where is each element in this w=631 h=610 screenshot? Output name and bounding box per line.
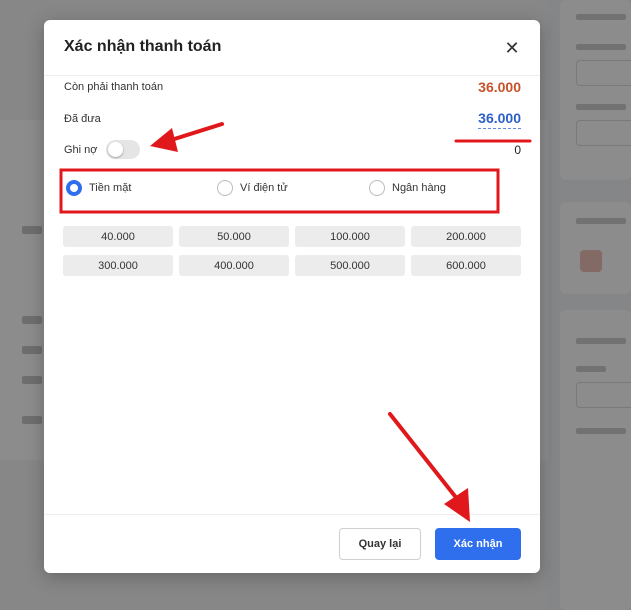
debt-value: 0 bbox=[514, 143, 521, 157]
payment-method-ewallet[interactable]: Ví điện tử bbox=[217, 180, 288, 196]
back-button[interactable]: Quay lại bbox=[339, 528, 421, 560]
toggle-knob bbox=[108, 142, 123, 157]
confirm-button[interactable]: Xác nhận bbox=[435, 528, 521, 560]
payment-method-label: Ngân hàng bbox=[392, 182, 446, 194]
payment-method-group: Tiền mặt Ví điện tử Ngân hàng bbox=[62, 168, 498, 213]
dialog-title: Xác nhận thanh toán bbox=[64, 38, 222, 55]
payment-confirm-dialog: Xác nhận thanh toán ✕ Còn phải thanh toá… bbox=[44, 20, 540, 573]
radio-unchecked-icon bbox=[369, 180, 385, 196]
quick-amount-button[interactable]: 600.000 bbox=[411, 255, 521, 276]
radio-unchecked-icon bbox=[217, 180, 233, 196]
header-divider bbox=[44, 75, 540, 76]
quick-amount-button[interactable]: 40.000 bbox=[63, 226, 173, 247]
amount-paid-label: Đã đưa bbox=[64, 113, 101, 125]
debt-toggle[interactable] bbox=[106, 140, 140, 159]
debt-label: Ghi nợ bbox=[64, 144, 98, 156]
quick-amount-grid: 40.000 50.000 100.000 200.000 300.000 40… bbox=[63, 226, 521, 276]
quick-amount-button[interactable]: 100.000 bbox=[295, 226, 405, 247]
payment-method-bank[interactable]: Ngân hàng bbox=[369, 180, 446, 196]
quick-amount-button[interactable]: 200.000 bbox=[411, 226, 521, 247]
radio-checked-icon bbox=[66, 180, 82, 196]
payment-method-cash[interactable]: Tiền mặt bbox=[66, 180, 131, 196]
close-icon[interactable]: ✕ bbox=[502, 38, 522, 58]
quick-amount-button[interactable]: 500.000 bbox=[295, 255, 405, 276]
quick-amount-button[interactable]: 300.000 bbox=[63, 255, 173, 276]
payment-method-label: Ví điện tử bbox=[240, 182, 288, 194]
amount-due-value: 36.000 bbox=[478, 79, 521, 95]
amount-due-label: Còn phải thanh toán bbox=[64, 81, 164, 93]
payment-method-label: Tiền mặt bbox=[89, 182, 132, 194]
footer-divider bbox=[44, 514, 540, 515]
quick-amount-button[interactable]: 50.000 bbox=[179, 226, 289, 247]
amount-paid-input[interactable]: 36.000 bbox=[478, 110, 521, 129]
quick-amount-button[interactable]: 400.000 bbox=[179, 255, 289, 276]
